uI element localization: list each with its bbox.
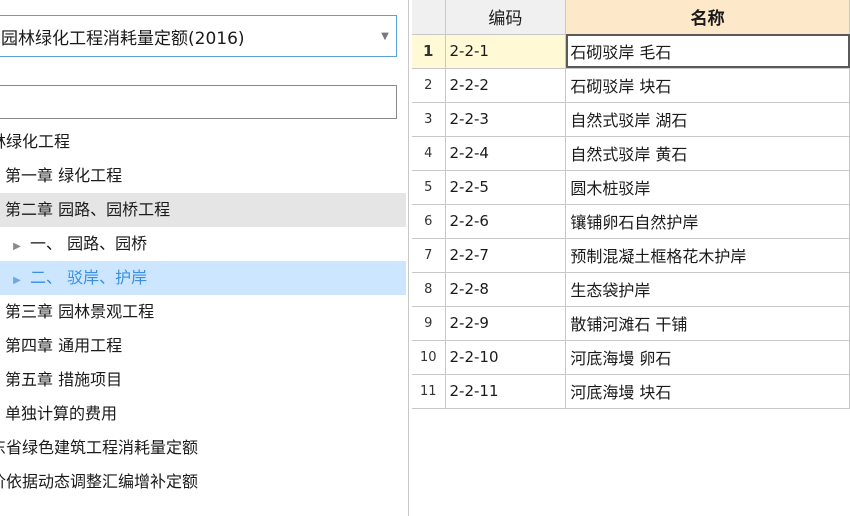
tree-item[interactable]: ▶ 一、 园路、园桥 [0, 227, 406, 261]
row-index-cell[interactable]: 2 [412, 68, 446, 103]
quota-code-cell[interactable]: 2-2-2 [445, 68, 567, 103]
quota-code-cell[interactable]: 2-2-8 [445, 272, 567, 307]
tree-item[interactable]: 第一章 绿化工程 [0, 159, 406, 193]
table-row[interactable]: 8 2-2-8 生态袋护岸 [412, 272, 850, 307]
quota-code-cell[interactable]: 2-2-10 [445, 340, 567, 375]
left-panel: 园林绿化工程消耗量定额(2016) ▼ 林绿化工程第一章 绿化工程第二章 园路、… [0, 0, 406, 516]
quota-name-cell[interactable]: 河底海墁 卵石 [565, 340, 850, 375]
tree-item[interactable]: 价依据动态调整汇编增补定额 [0, 465, 406, 499]
code-column-header[interactable]: 编码 [445, 0, 567, 35]
tree-item-label: 东省绿色建筑工程消耗量定额 [0, 438, 199, 457]
row-index-cell[interactable]: 9 [412, 306, 446, 341]
row-index-cell[interactable]: 11 [412, 374, 446, 409]
tree-item[interactable]: 林绿化工程 [0, 125, 406, 159]
quota-code-cell[interactable]: 2-2-5 [445, 170, 567, 205]
tree-item[interactable]: ▶ 二、 驳岸、护岸 [0, 261, 406, 295]
quota-code-cell[interactable]: 2-2-6 [445, 204, 567, 239]
tree-item-label: 一、 园路、园桥 [30, 234, 148, 253]
row-index-cell[interactable]: 1 [412, 34, 446, 69]
quota-name-cell[interactable]: 圆木桩驳岸 [565, 170, 850, 205]
table-row[interactable]: 5 2-2-5 圆木桩驳岸 [412, 170, 850, 205]
tree-item-label: 第一章 绿化工程 [5, 166, 123, 185]
table-row[interactable]: 7 2-2-7 预制混凝土框格花木护岸 [412, 238, 850, 273]
row-index-cell[interactable]: 8 [412, 272, 446, 307]
row-index-cell[interactable]: 6 [412, 204, 446, 239]
quota-name-cell[interactable]: 自然式驳岸 湖石 [565, 102, 850, 137]
tree-item[interactable]: 第五章 措施项目 [0, 363, 406, 397]
quota-code-cell[interactable]: 2-2-3 [445, 102, 567, 137]
table-row[interactable]: 1 2-2-1 石砌驳岸 毛石 [412, 34, 850, 69]
table-row[interactable]: 2 2-2-2 石砌驳岸 块石 [412, 68, 850, 103]
table-row[interactable]: 11 2-2-11 河底海墁 块石 [412, 374, 850, 409]
table-row[interactable]: 3 2-2-3 自然式驳岸 湖石 [412, 102, 850, 137]
row-index-cell[interactable]: 4 [412, 136, 446, 171]
table-header-row: 编码 名称 [412, 0, 850, 35]
tree-item[interactable]: 第二章 园路、园桥工程 [0, 193, 406, 227]
quota-name-cell[interactable]: 河底海墁 块石 [565, 374, 850, 409]
quota-name-cell[interactable]: 石砌驳岸 块石 [565, 68, 850, 103]
table-row[interactable]: 9 2-2-9 散铺河滩石 干铺 [412, 306, 850, 341]
quota-library-value: 园林绿化工程消耗量定额(2016) [1, 28, 245, 49]
chevron-down-icon[interactable]: ▼ [374, 31, 396, 42]
quota-code-cell[interactable]: 2-2-11 [445, 374, 567, 409]
name-column-header[interactable]: 名称 [565, 0, 850, 35]
tree-item-label: 二、 驳岸、护岸 [30, 268, 148, 287]
row-index-cell[interactable]: 10 [412, 340, 446, 375]
tree-item-label: 第四章 通用工程 [5, 336, 123, 355]
quota-table: 编码 名称 1 2-2-1 石砌驳岸 毛石 2 2-2-2 石砌驳岸 块石 3 2-2-3 自然… [412, 0, 850, 409]
tree-item-label: 第二章 园路、园桥工程 [5, 200, 171, 219]
expand-triangle-icon[interactable]: ▶ [4, 264, 30, 295]
quota-browser: 园林绿化工程消耗量定额(2016) ▼ 林绿化工程第一章 绿化工程第二章 园路、… [0, 0, 850, 516]
quota-grid: 编码 名称 1 2-2-1 石砌驳岸 毛石 2 2-2-2 石砌驳岸 块石 3 2-2-3 自然… [412, 0, 850, 516]
tree-item-label: 单独计算的费用 [5, 404, 118, 423]
quota-name-cell[interactable]: 镶铺卵石自然护岸 [565, 204, 850, 239]
quota-code-cell[interactable]: 2-2-7 [445, 238, 567, 273]
tree-item-label: 价依据动态调整汇编增补定额 [0, 472, 199, 491]
row-index-cell[interactable]: 5 [412, 170, 446, 205]
tree-item-label: 第五章 措施项目 [5, 370, 123, 389]
tree-item[interactable]: 第三章 园林景观工程 [0, 295, 406, 329]
chapter-tree: 林绿化工程第一章 绿化工程第二章 园路、园桥工程▶一、 园路、园桥▶二、 驳岸、… [0, 125, 406, 499]
quota-library-select[interactable]: 园林绿化工程消耗量定额(2016) ▼ [0, 15, 397, 57]
table-row[interactable]: 4 2-2-4 自然式驳岸 黄石 [412, 136, 850, 171]
quota-code-cell[interactable]: 2-2-9 [445, 306, 567, 341]
quota-code-cell[interactable]: 2-2-1 [445, 34, 567, 69]
search-input[interactable] [0, 85, 397, 119]
tree-item[interactable]: 单独计算的费用 [0, 397, 406, 431]
quota-name-cell[interactable]: 散铺河滩石 干铺 [565, 306, 850, 341]
quota-name-cell[interactable]: 预制混凝土框格花木护岸 [565, 238, 850, 273]
row-index-cell[interactable]: 7 [412, 238, 446, 273]
quota-name-cell[interactable]: 石砌驳岸 毛石 [565, 34, 850, 69]
quota-name-cell[interactable]: 生态袋护岸 [565, 272, 850, 307]
tree-item[interactable]: 第四章 通用工程 [0, 329, 406, 363]
tree-item-label: 第三章 园林景观工程 [5, 302, 155, 321]
tree-item-label: 林绿化工程 [0, 132, 71, 151]
tree-item[interactable]: 东省绿色建筑工程消耗量定额 [0, 431, 406, 465]
row-index-cell[interactable]: 3 [412, 102, 446, 137]
expand-triangle-icon[interactable]: ▶ [4, 230, 30, 261]
row-index-header[interactable] [412, 0, 446, 35]
quota-code-cell[interactable]: 2-2-4 [445, 136, 567, 171]
table-row[interactable]: 10 2-2-10 河底海墁 卵石 [412, 340, 850, 375]
table-row[interactable]: 6 2-2-6 镶铺卵石自然护岸 [412, 204, 850, 239]
quota-name-cell[interactable]: 自然式驳岸 黄石 [565, 136, 850, 171]
panel-divider [408, 0, 409, 516]
